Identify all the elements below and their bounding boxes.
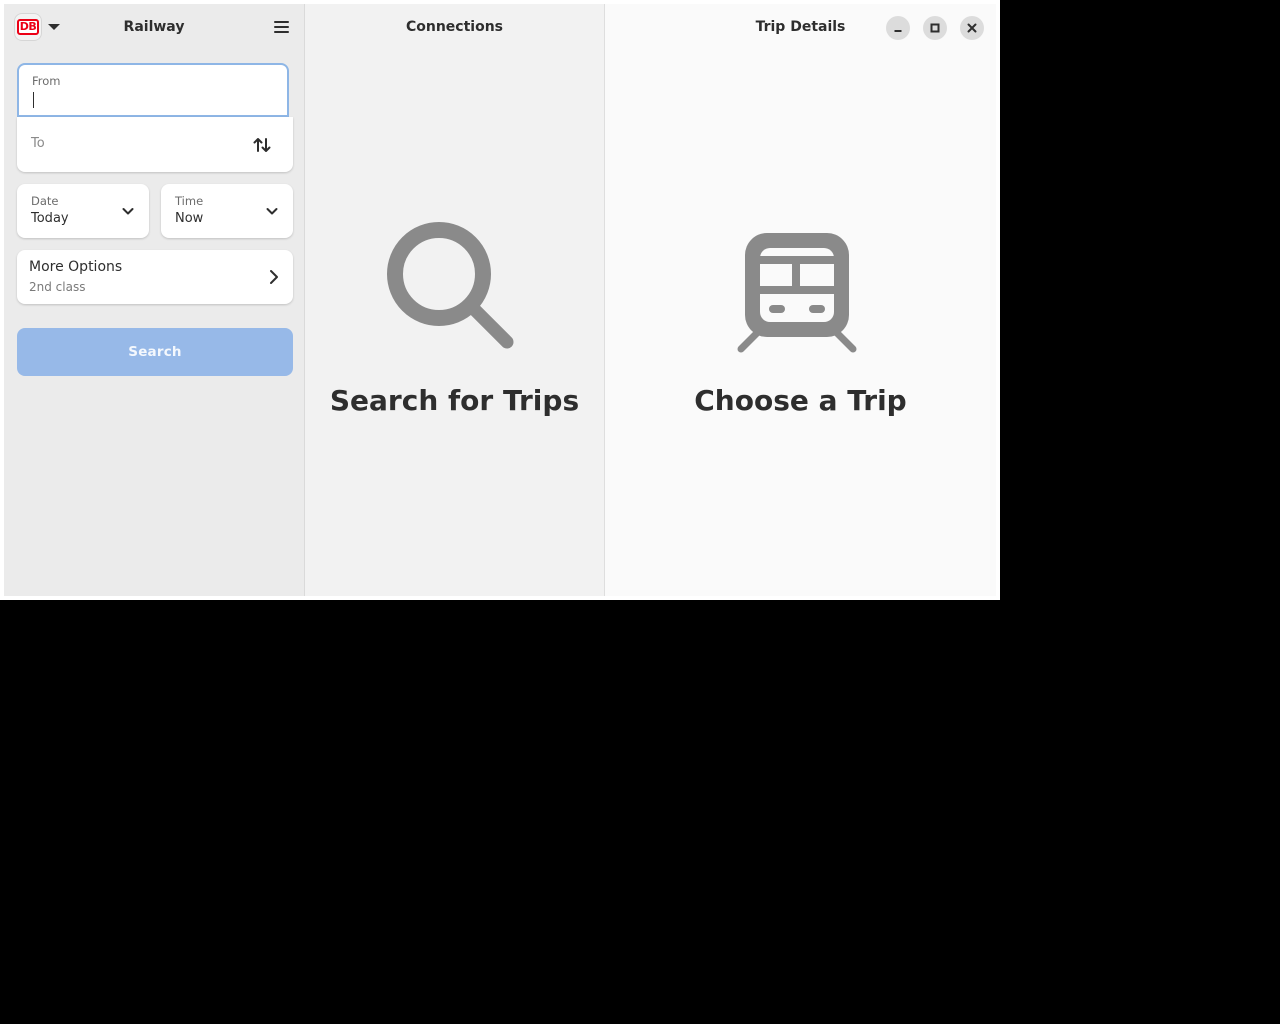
menu-icon-line bbox=[273, 31, 289, 33]
minimize-icon bbox=[894, 30, 902, 32]
search-icon bbox=[387, 222, 514, 349]
swap-icon[interactable] bbox=[251, 134, 273, 156]
date-dropdown[interactable]: Date Today bbox=[17, 184, 149, 238]
search-button[interactable]: Search bbox=[17, 328, 293, 376]
maximize-button[interactable] bbox=[923, 16, 947, 40]
trip-details-pane: Trip Details Choose a Trip bbox=[605, 4, 996, 596]
more-options-subtitle: 2nd class bbox=[29, 280, 86, 294]
time-value: Now bbox=[175, 211, 204, 226]
connections-title: Connections bbox=[405, 19, 504, 35]
time-label: Time bbox=[175, 194, 204, 208]
more-options-title: More Options bbox=[29, 259, 123, 275]
trip-details-status-title: Choose a Trip bbox=[694, 384, 907, 417]
menu-icon bbox=[273, 21, 289, 23]
more-options-row[interactable]: More Options 2nd class bbox=[17, 250, 293, 304]
from-label: From bbox=[32, 74, 61, 88]
close-icon bbox=[967, 23, 977, 33]
time-dropdown[interactable]: Time Now bbox=[161, 184, 293, 238]
to-placeholder: To bbox=[31, 136, 45, 151]
chevron-down-icon bbox=[266, 208, 278, 215]
connections-status-title: Search for Trips bbox=[329, 384, 580, 417]
chevron-down-icon bbox=[48, 24, 60, 30]
menu-icon-line bbox=[273, 26, 289, 28]
minimize-button[interactable] bbox=[886, 16, 910, 40]
close-button[interactable] bbox=[960, 16, 984, 40]
train-icon bbox=[737, 233, 857, 353]
date-value: Today bbox=[31, 211, 69, 226]
search-sidebar: Railway DB From To Date Today Time Now M… bbox=[4, 4, 305, 596]
main-menu-button[interactable] bbox=[270, 16, 292, 38]
provider-selector-button[interactable]: DB bbox=[14, 12, 70, 42]
db-logo-text: DB bbox=[17, 19, 39, 35]
sidebar-title: Railway bbox=[123, 19, 185, 35]
chevron-down-icon bbox=[122, 208, 134, 215]
window-content: Railway DB From To Date Today Time Now M… bbox=[4, 4, 996, 596]
connections-headerbar: Connections bbox=[305, 4, 604, 50]
trip-details-title: Trip Details bbox=[755, 19, 846, 35]
app-window: Railway DB From To Date Today Time Now M… bbox=[0, 0, 1000, 600]
to-field[interactable]: To bbox=[17, 117, 293, 172]
db-logo-icon: DB bbox=[14, 13, 42, 41]
from-field[interactable]: From bbox=[17, 63, 289, 117]
date-label: Date bbox=[31, 194, 59, 208]
text-cursor bbox=[33, 92, 34, 108]
maximize-icon bbox=[930, 23, 940, 33]
connections-pane: Connections Search for Trips bbox=[305, 4, 605, 596]
chevron-right-icon bbox=[270, 270, 278, 284]
